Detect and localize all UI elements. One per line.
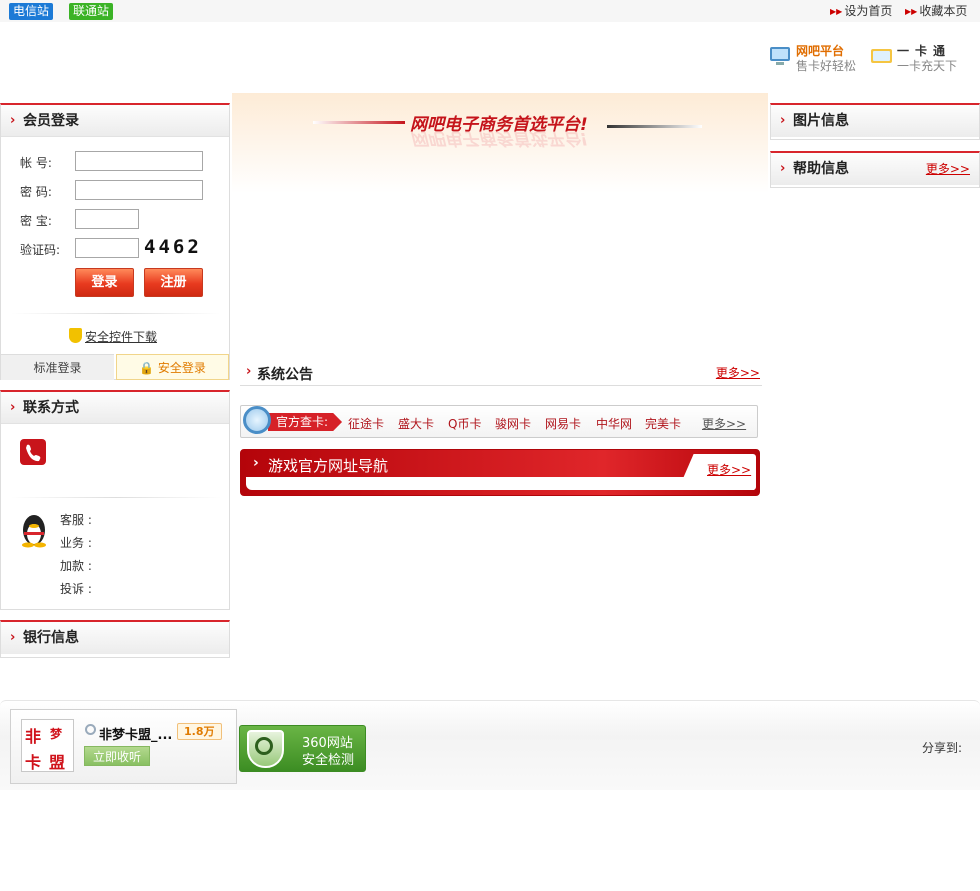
site-name[interactable]: 非梦卡盟_... [99,724,172,743]
logo-char-1: 非 [25,727,42,746]
login-title: 会员登录 [23,113,79,129]
safety-check-line2: 安全检测 [302,753,355,768]
security-control-download-link[interactable]: 安全控件下载 [69,328,157,345]
card-link-zhonghua[interactable]: 中华网 [596,415,632,432]
telecom-site-link[interactable]: 电信站 [9,3,54,20]
card-link-junwang[interactable]: 骏网卡 [495,415,531,432]
logo-char-2: 梦 [50,727,63,741]
card-icon [871,49,892,63]
follow-widget: 非 梦 卡 盟 非梦卡盟_... 1.8万 立即收听 [10,709,237,784]
follower-count-badge: 1.8万 [177,723,222,740]
pictures-panel: › 图片信息 [770,103,980,140]
slogan-reflection: 网吧电子商务首选平台! [410,128,588,148]
help-panel-header: › 帮助信息 更多>> [771,153,979,185]
chevron-right-icon: › [780,113,786,128]
contact-title: 联系方式 [23,400,79,416]
qq-penguin-icon [22,515,46,548]
site-logo: 非 梦 卡 盟 [21,719,74,772]
register-button[interactable]: 注册 [144,268,203,297]
lock-icon: 🔒 [139,361,155,375]
chevron-right-icon: › [10,630,16,645]
safe-key-label: 密 宝: [20,214,52,228]
top-bar: 电信站 联通站 ▶▶ 设为首页 ▶▶ 收藏本页 [0,0,980,22]
contact-business: 业务 : [60,536,92,550]
chevron-right-icon: › [10,113,16,128]
safety-check-badge[interactable]: 360网站 安全检测 [239,725,366,772]
netbar-platform-sub: 售卡好轻松 [796,59,857,73]
help-title: 帮助信息 [793,161,849,177]
official-card-check-bar: 官方查卡: 征途卡 盛大卡 Q币卡 骏网卡 网易卡 中华网 完美卡 更多>> [240,405,758,438]
password-input[interactable] [75,180,203,200]
contact-panel-header: › 联系方式 [1,392,229,424]
divider [11,313,221,314]
phone-icon [20,439,46,465]
monitor-icon [770,47,790,65]
bookmark-link[interactable]: ▶▶ 收藏本页 [905,3,967,20]
login-panel: › 会员登录 帐 号: 密 码: 密 宝: 验证码: 4462 登录 注册 安全… [0,103,230,380]
login-button[interactable]: 登录 [75,268,134,297]
notice-more-link[interactable]: 更多>> [716,364,760,381]
double-arrow-icon: ▶▶ [830,7,843,16]
chevron-right-icon: › [780,161,786,176]
official-card-check-label: 官方查卡: [268,413,343,431]
shield-icon [69,328,82,343]
tab-standard-login[interactable]: 标准登录 [1,354,114,380]
contact-panel: › 联系方式 客服 : 业务 : 加款 : 投诉 : [0,390,230,610]
bank-panel-header: › 银行信息 [1,622,229,654]
contact-deposit: 加款 : [60,559,92,573]
card-link-wanmei[interactable]: 完美卡 [645,415,681,432]
captcha-label: 验证码: [20,243,61,257]
card-link-shengda[interactable]: 盛大卡 [398,415,434,432]
search-icon [85,724,96,735]
tab-secure-login[interactable]: 🔒 安全登录 [116,354,229,380]
double-arrow-icon: ▶▶ [905,7,918,16]
game-nav-more-link[interactable]: 更多>> [707,461,751,478]
bank-title: 银行信息 [23,630,79,646]
logo-char-3: 卡 [25,753,42,772]
pictures-panel-header: › 图片信息 [771,105,979,137]
chevron-right-icon: › [246,364,252,379]
captcha-image[interactable]: 4462 [144,236,202,258]
contact-complaint: 投诉 : [60,582,92,596]
one-card-sub: 一卡充天下 [897,59,958,73]
contact-service: 客服 : [60,513,92,527]
card-link-zhengtu[interactable]: 征途卡 [348,415,384,432]
safe-key-input[interactable] [75,209,139,229]
help-more-link[interactable]: 更多>> [926,153,970,185]
system-notice-header: › 系统公告 更多>> [240,360,762,386]
help-panel: › 帮助信息 更多>> [770,151,980,188]
password-label: 密 码: [20,185,52,199]
login-panel-header: › 会员登录 [1,105,229,137]
bank-panel: › 银行信息 [0,620,230,658]
cards-more-link[interactable]: 更多>> [702,415,746,432]
set-home-link[interactable]: ▶▶ 设为首页 [830,3,892,20]
slogan-line-right [607,125,702,128]
magnifier-icon [243,406,271,434]
game-nav-title: 游戏官方网址导航 [268,457,389,475]
game-nav-inner [246,477,754,490]
game-nav-banner: › 游戏官方网址导航 更多>> [240,449,760,496]
account-input[interactable] [75,151,203,171]
divider [11,497,221,498]
captcha-input[interactable] [75,238,139,258]
chevron-right-icon: › [253,455,259,471]
logo-char-4: 盟 [49,753,66,772]
unicom-site-link[interactable]: 联通站 [69,3,114,20]
magnifier-icon [255,737,273,755]
share-label: 分享到: [922,741,963,755]
pictures-title: 图片信息 [793,113,849,129]
chevron-right-icon: › [10,400,16,415]
card-link-qcoin[interactable]: Q币卡 [448,415,481,432]
follow-button[interactable]: 立即收听 [84,746,150,766]
slogan-line-left [313,121,405,124]
account-label: 帐 号: [20,156,52,170]
system-notice-title: 系统公告 [257,367,313,383]
card-link-netease[interactable]: 网易卡 [545,415,581,432]
